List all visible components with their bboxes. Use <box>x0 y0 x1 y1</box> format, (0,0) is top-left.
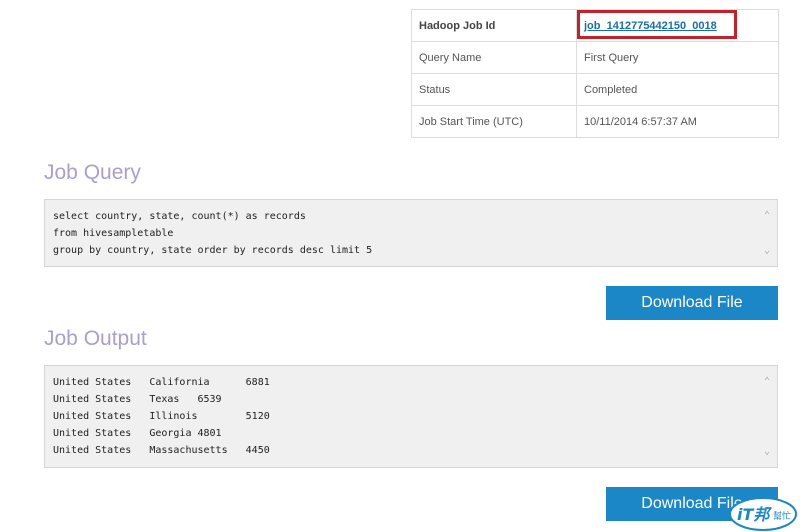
job-query-heading: Job Query <box>44 161 141 184</box>
job-output-heading: Job Output <box>44 327 147 350</box>
output-line: United States Illinois 5120 <box>53 411 270 422</box>
chevron-down-icon[interactable]: ⌄ <box>764 446 770 457</box>
query-scrollbar[interactable]: ⌃ ⌄ <box>761 200 773 266</box>
chevron-up-icon[interactable]: ⌃ <box>764 210 770 221</box>
job-id-highlight <box>577 10 737 39</box>
output-line: United States Georgia 4801 <box>53 428 222 439</box>
start-time-row: Job Start Time (UTC) 10/11/2014 6:57:37 … <box>411 105 779 138</box>
output-scrollbar[interactable]: ⌃ ⌄ <box>761 366 773 467</box>
query-name-value: First Query <box>576 41 779 74</box>
output-line: United States Massachusetts 4450 <box>53 445 270 456</box>
status-row: Status Completed <box>411 73 779 106</box>
status-value: Completed <box>576 73 779 106</box>
watermark-text: iT邦 <box>737 505 772 524</box>
query-line: select country, state, count(*) as recor… <box>53 211 306 222</box>
job-id-label: Hadoop Job Id <box>411 9 577 42</box>
output-line: United States California 6881 <box>53 377 270 388</box>
query-line: from hivesampletable <box>53 228 174 239</box>
job-query-box[interactable]: select country, state, count(*) as recor… <box>44 199 778 267</box>
chevron-down-icon[interactable]: ⌄ <box>764 245 770 256</box>
download-query-button[interactable]: Download File <box>606 286 778 320</box>
ithome-logo-icon: iT邦 幫忙 <box>729 497 797 531</box>
query-name-label: Query Name <box>411 41 577 74</box>
start-time-value: 10/11/2014 6:57:37 AM <box>576 105 779 138</box>
status-label: Status <box>411 73 577 106</box>
start-time-label: Job Start Time (UTC) <box>411 105 577 138</box>
query-name-row: Query Name First Query <box>411 41 779 74</box>
output-line: United States Texas 6539 <box>53 394 222 405</box>
watermark-subtext: 幫忙 <box>773 510 791 522</box>
chevron-up-icon[interactable]: ⌃ <box>764 376 770 387</box>
query-line: group by country, state order by records… <box>53 245 373 256</box>
job-output-box[interactable]: United States California 6881 United Sta… <box>44 365 778 468</box>
